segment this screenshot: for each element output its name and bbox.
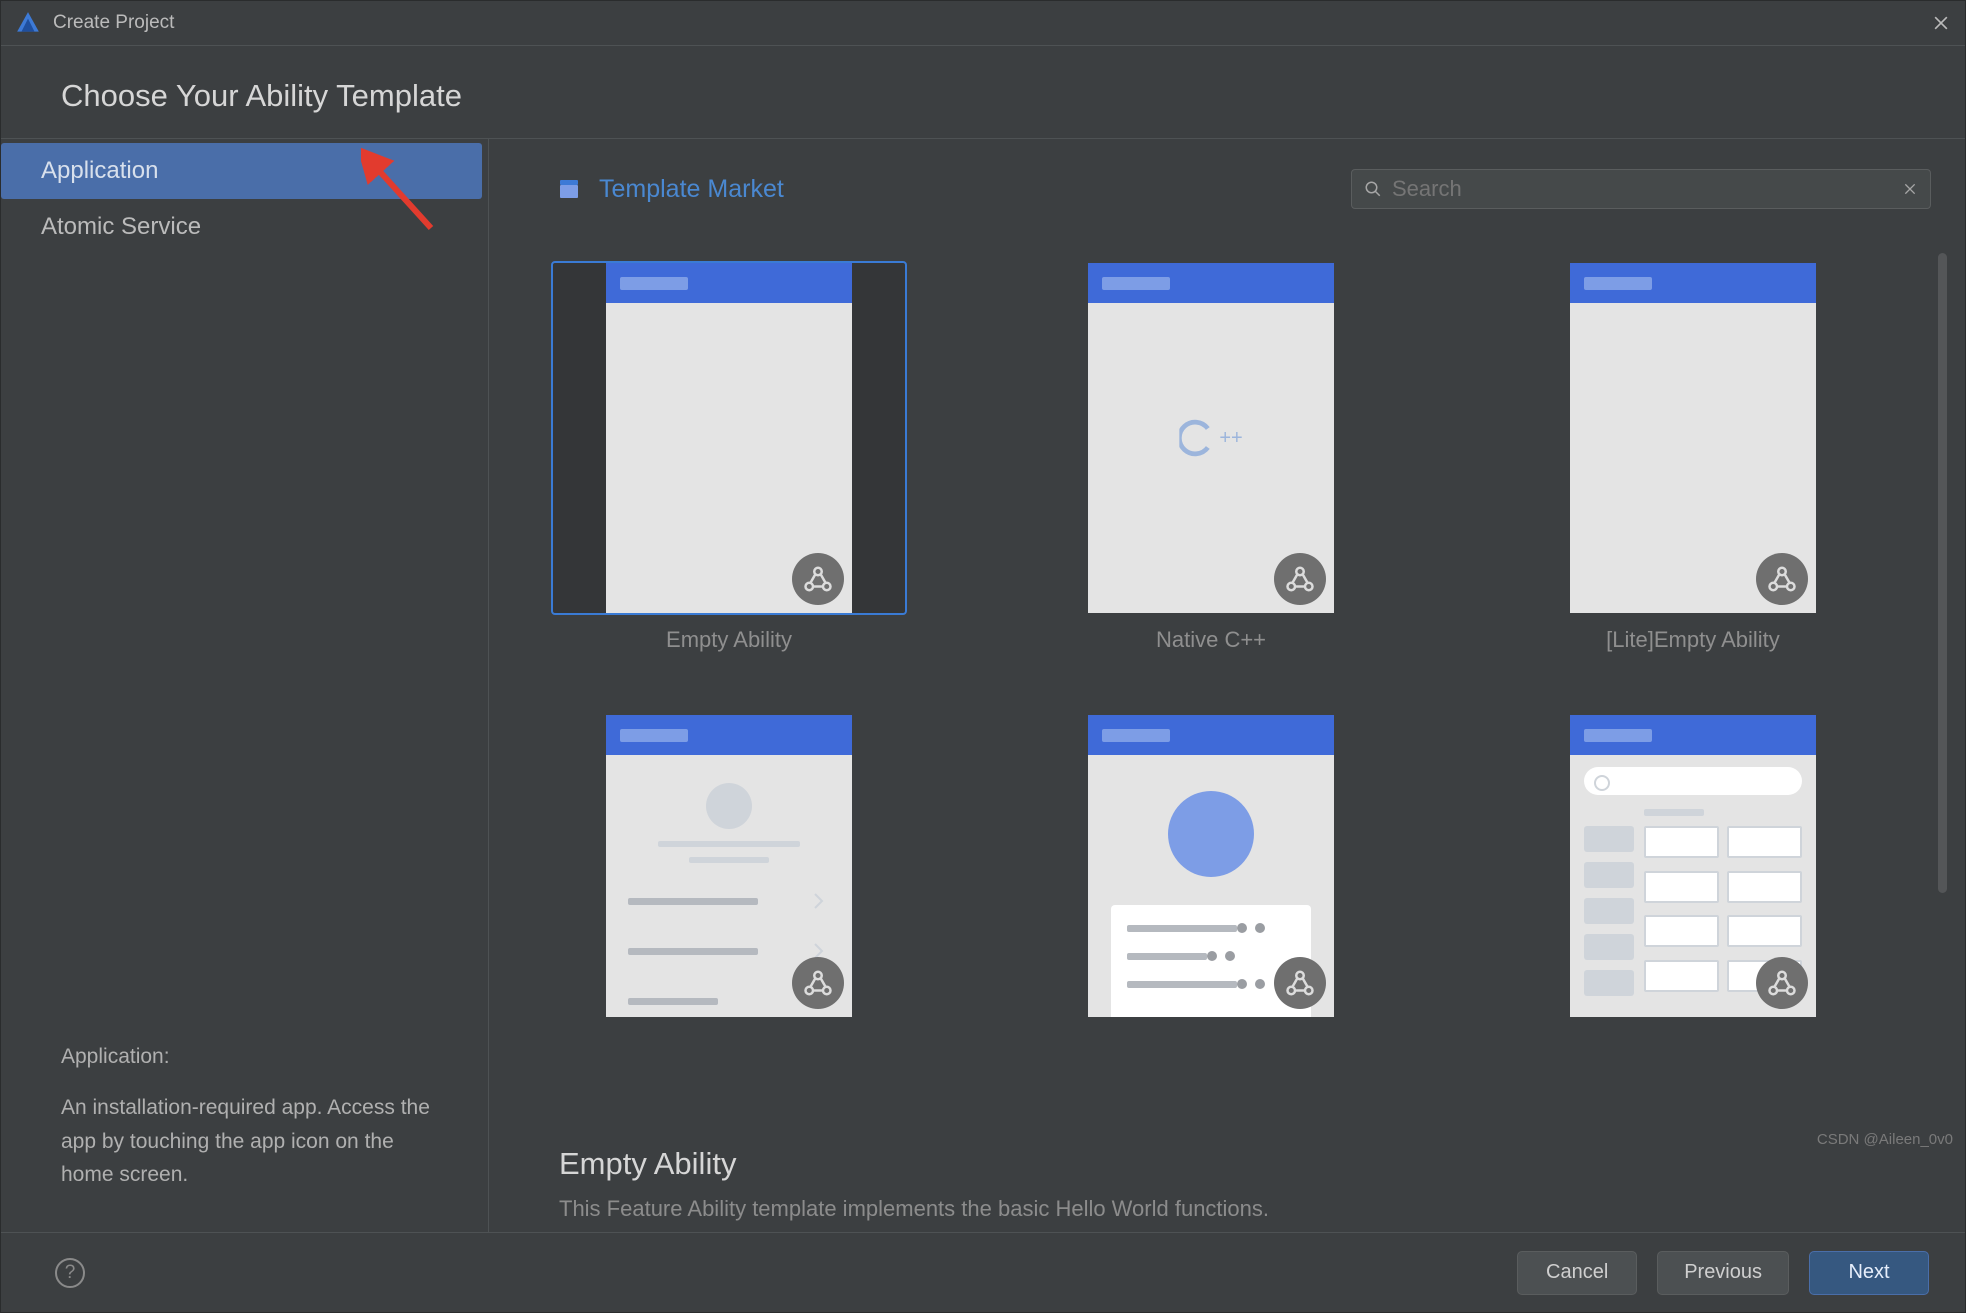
share-badge-icon — [792, 553, 844, 605]
share-badge-icon — [1756, 553, 1808, 605]
previous-button[interactable]: Previous — [1657, 1251, 1789, 1295]
create-project-window: Create Project Choose Your Ability Templ… — [0, 0, 1966, 1313]
scrollbar[interactable] — [1938, 253, 1947, 893]
close-icon[interactable] — [1931, 13, 1951, 33]
template-market-link[interactable]: Template Market — [599, 175, 784, 204]
heading-row: Choose Your Ability Template — [1, 45, 1965, 138]
sidebar-item-label: Atomic Service — [41, 213, 201, 240]
templates-grid: Empty Ability ++ — [553, 223, 1915, 1017]
template-card-row2-2[interactable] — [1035, 715, 1387, 1017]
share-badge-icon — [1274, 553, 1326, 605]
right-column: Template Market — [489, 138, 1965, 1232]
template-card-native-cpp[interactable]: ++ Native C++ — [1035, 263, 1387, 653]
footer: ? Cancel Previous Next — [1, 1232, 1965, 1312]
body: Application Atomic Service Application: … — [1, 138, 1965, 1232]
watermark: CSDN @Aileen_0v0 — [1817, 1131, 1953, 1148]
sidebar-item-atomic-service[interactable]: Atomic Service — [1, 199, 482, 255]
template-card-empty-ability[interactable]: Empty Ability — [553, 263, 905, 653]
sidebar-description-body: An installation-required app. Access the… — [61, 1091, 448, 1192]
app-logo-icon — [15, 10, 41, 36]
sidebar-description-title: Application: — [61, 1040, 448, 1074]
share-badge-icon — [792, 957, 844, 1009]
footer-buttons: Cancel Previous Next — [1517, 1251, 1929, 1295]
window-title: Create Project — [53, 12, 174, 34]
sidebar-description: Application: An installation-required ap… — [1, 1040, 488, 1232]
template-details-desc: This Feature Ability template implements… — [559, 1196, 1905, 1222]
market-icon — [557, 177, 581, 201]
sidebar-item-label: Application — [41, 157, 158, 184]
clear-search-icon[interactable] — [1902, 181, 1918, 197]
left-column: Application Atomic Service Application: … — [1, 138, 489, 1232]
search-input[interactable] — [1392, 176, 1902, 202]
template-card-row2-3[interactable] — [1517, 715, 1869, 1017]
template-card-label: Empty Ability — [666, 627, 792, 653]
help-icon[interactable]: ? — [55, 1258, 85, 1288]
templates-grid-wrap: Empty Ability ++ — [489, 223, 1965, 1120]
right-header: Template Market — [489, 139, 1965, 223]
search-input-container[interactable] — [1351, 169, 1931, 209]
titlebar: Create Project — [1, 1, 1965, 45]
template-details: Empty Ability This Feature Ability templ… — [489, 1120, 1965, 1232]
search-icon — [1364, 180, 1382, 198]
template-details-name: Empty Ability — [559, 1146, 1905, 1182]
next-button[interactable]: Next — [1809, 1251, 1929, 1295]
cancel-button[interactable]: Cancel — [1517, 1251, 1637, 1295]
sidebar: Application Atomic Service — [1, 139, 488, 1040]
template-card-lite-empty-ability[interactable]: [Lite]Empty Ability — [1517, 263, 1869, 653]
share-badge-icon — [1756, 957, 1808, 1009]
page-title: Choose Your Ability Template — [1, 46, 1965, 138]
sidebar-item-application[interactable]: Application — [1, 143, 482, 199]
template-card-row2-1[interactable] — [553, 715, 905, 1017]
template-card-label: [Lite]Empty Ability — [1606, 627, 1780, 653]
template-card-label: Native C++ — [1156, 627, 1266, 653]
share-badge-icon — [1274, 957, 1326, 1009]
